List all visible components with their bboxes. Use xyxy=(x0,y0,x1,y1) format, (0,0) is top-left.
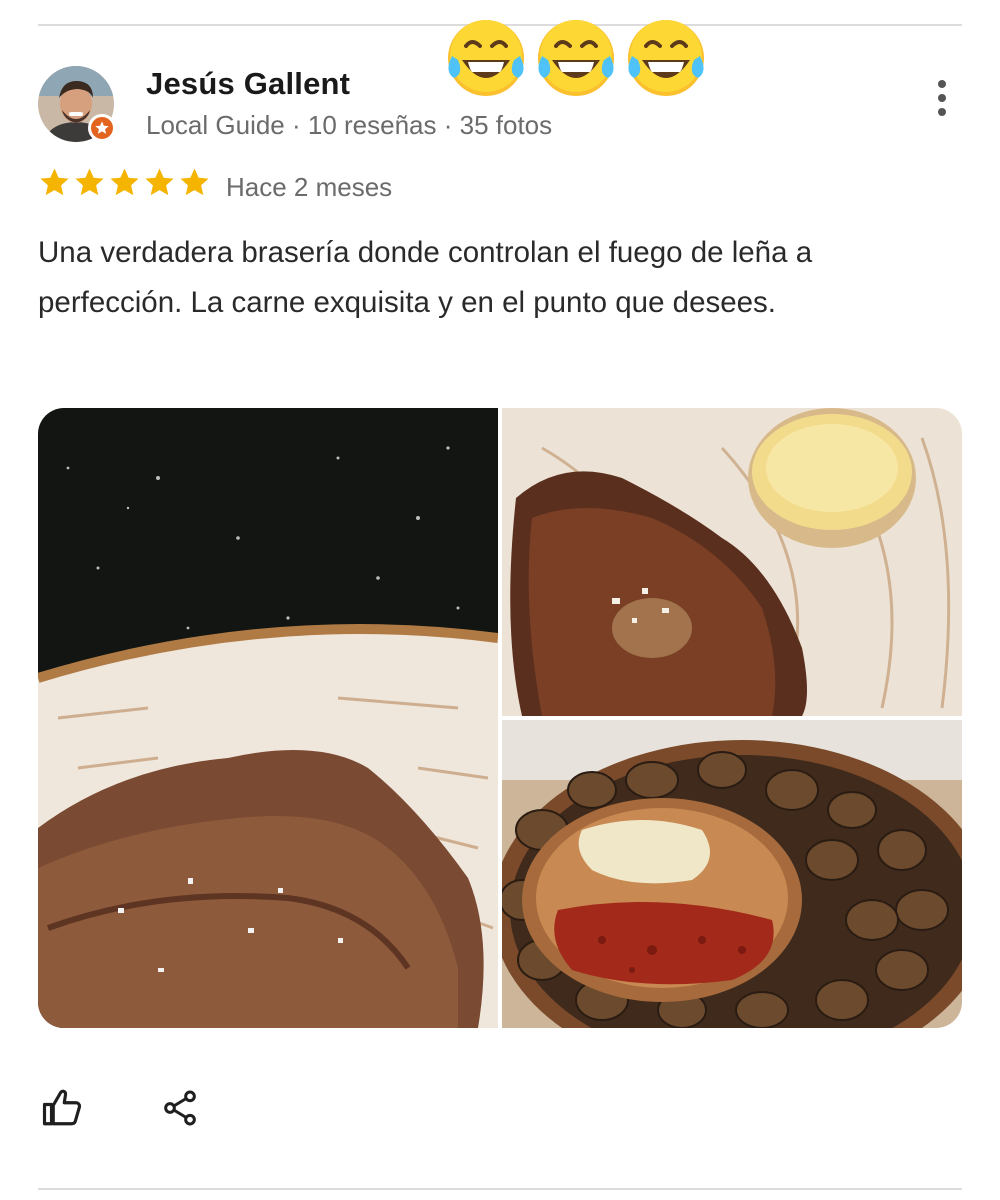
review-text: Una verdadera brasería donde controlan e… xyxy=(38,236,813,319)
bottom-divider xyxy=(38,1188,962,1190)
star-rating xyxy=(38,166,211,199)
share-button[interactable] xyxy=(156,1084,204,1132)
face-with-tears-of-joy-icon xyxy=(628,20,704,96)
star-icon xyxy=(145,168,174,196)
star-icon xyxy=(40,168,69,196)
star-icon xyxy=(75,168,104,196)
reviewer-name[interactable]: Jesús Gallent xyxy=(146,66,350,102)
share-icon xyxy=(164,1090,196,1126)
like-button[interactable] xyxy=(38,1084,86,1132)
star-icon xyxy=(110,168,139,196)
review-photos[interactable] xyxy=(38,408,962,1028)
local-guide-badge-icon xyxy=(88,114,116,142)
more-options-button[interactable] xyxy=(922,78,962,118)
photo-snails-with-sauces[interactable] xyxy=(502,720,962,1028)
emoji-overlay xyxy=(444,16,708,100)
face-with-tears-of-joy-icon xyxy=(448,20,524,96)
photo-grilled-steak[interactable] xyxy=(38,408,498,1028)
more-vertical-icon xyxy=(938,80,946,88)
thumbs-up-icon xyxy=(42,1089,82,1126)
review-date: Hace 2 meses xyxy=(226,172,393,202)
face-with-tears-of-joy-icon xyxy=(538,20,614,96)
photo-steak-with-potato[interactable] xyxy=(502,408,962,716)
review-actions xyxy=(38,1084,204,1132)
reviewer-meta: Local Guide · 10 reseñas · 35 fotos xyxy=(146,110,553,140)
star-icon xyxy=(180,168,209,196)
reviewer-avatar[interactable] xyxy=(38,66,116,142)
